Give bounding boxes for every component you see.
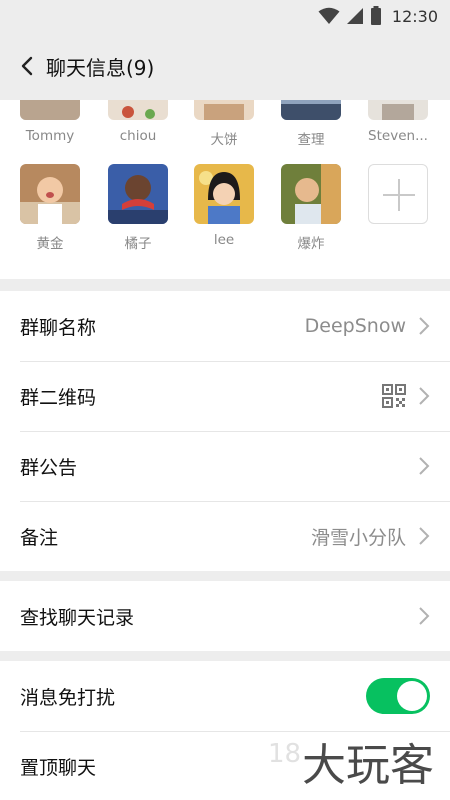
avatar (194, 164, 254, 224)
avatar (281, 100, 341, 120)
member-name: 橘子 (124, 236, 152, 252)
wifi-icon (318, 7, 340, 24)
remark-row[interactable]: 备注 滑雪小分队 (0, 501, 450, 571)
member-name: Steven... (368, 128, 428, 144)
svg-text:18: 18 (268, 739, 301, 769)
group-search: 查找聊天记录 (0, 581, 450, 651)
announcement-label: 群公告 (20, 456, 78, 479)
member-name: 查理 (297, 132, 325, 148)
chevron-right-icon (419, 607, 430, 625)
remark-value: 滑雪小分队 (310, 526, 406, 549)
svg-text:大玩客: 大玩客 (302, 740, 434, 791)
qr-code-row[interactable]: 群二维码 (0, 361, 450, 431)
member-name: lee (213, 232, 235, 248)
mute-label: 消息免打扰 (20, 686, 116, 709)
announcement-row[interactable]: 群公告 (0, 431, 450, 501)
plus-icon (368, 164, 428, 224)
avatar (108, 164, 168, 224)
avatar (20, 164, 80, 224)
chevron-right-icon (419, 457, 430, 475)
mute-toggle[interactable] (366, 678, 430, 714)
group-name-value: DeepSnow (304, 315, 406, 337)
page-title: 聊天信息(9) (46, 56, 155, 80)
group-settings: 群聊名称 DeepSnow 群二维码 群公告 备注 滑雪小分队 (0, 291, 450, 571)
avatar (194, 100, 254, 120)
status-icons: 12:30 (318, 6, 438, 26)
toggle-knob (397, 681, 427, 711)
group-name-label: 群聊名称 (20, 316, 97, 339)
member-name: 大饼 (210, 132, 238, 148)
member-name: 黄金 (36, 236, 64, 252)
cellular-signal-icon (346, 8, 363, 24)
member-item[interactable]: 橘子 (98, 164, 178, 252)
member-grid: Tommy chiou 大饼 查理 Steven... 黄金 橘子 lee 爆炸 (0, 100, 450, 279)
status-bar: 12:30 (0, 0, 450, 32)
mute-row: 消息免打扰 (0, 661, 450, 731)
nav-bar: 聊天信息(9) (0, 32, 450, 100)
search-history-label: 查找聊天记录 (20, 606, 135, 629)
avatar (281, 164, 341, 224)
member-item[interactable]: chiou (98, 100, 178, 144)
chevron-right-icon (419, 527, 430, 545)
search-history-row[interactable]: 查找聊天记录 (0, 581, 450, 651)
member-item[interactable]: 黄金 (10, 164, 90, 252)
avatar (20, 100, 80, 120)
add-member-button[interactable] (358, 164, 438, 224)
member-item[interactable]: 查理 (271, 100, 351, 148)
remark-label: 备注 (20, 526, 59, 549)
member-item[interactable]: 大饼 (184, 100, 264, 148)
battery-icon (370, 6, 381, 25)
chevron-left-icon[interactable] (14, 52, 42, 80)
avatar (368, 100, 428, 120)
group-name-row[interactable]: 群聊名称 DeepSnow (0, 291, 450, 361)
chevron-right-icon (419, 387, 430, 405)
member-name: 爆炸 (297, 236, 325, 252)
member-name: chiou (119, 128, 157, 144)
qr-code-label: 群二维码 (20, 386, 97, 409)
member-item[interactable]: 爆炸 (271, 164, 351, 252)
member-item[interactable]: Tommy (10, 100, 90, 144)
member-item[interactable]: lee (184, 164, 264, 248)
member-name: Tommy (25, 128, 75, 144)
avatar (108, 100, 168, 120)
chevron-right-icon (419, 317, 430, 335)
watermark-logo: 18 大玩客 (268, 739, 434, 791)
qr-code-icon (382, 384, 406, 408)
member-item[interactable]: Steven... (358, 100, 438, 144)
status-time: 12:30 (391, 6, 438, 26)
